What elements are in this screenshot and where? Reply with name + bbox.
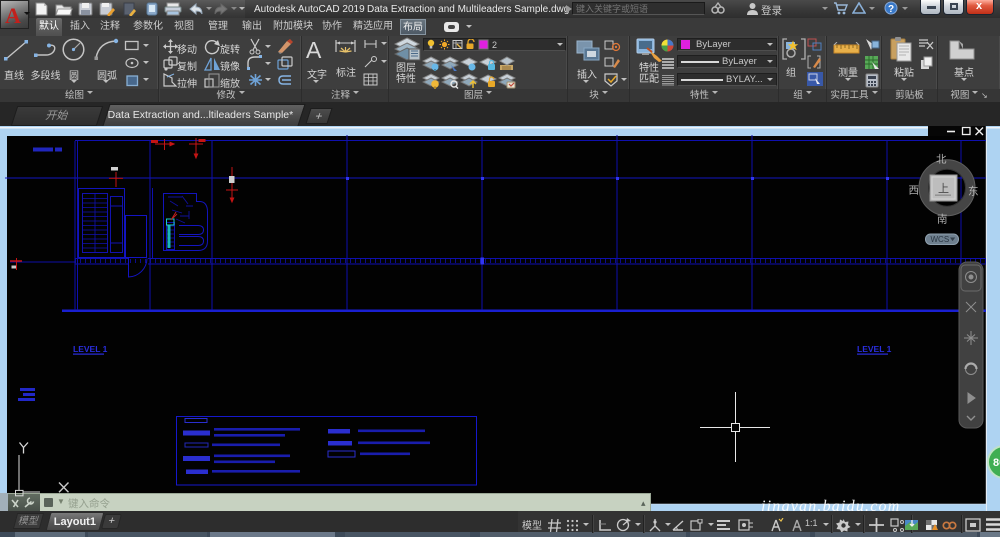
svg-text:上: 上 bbox=[938, 182, 949, 195]
svg-text:西: 西 bbox=[909, 185, 920, 197]
svg-text:LEVEL 1: LEVEL 1 bbox=[857, 344, 892, 354]
svg-text:WCS: WCS bbox=[931, 235, 950, 244]
svg-text:东: 东 bbox=[968, 185, 979, 198]
svg-text:2: 2 bbox=[492, 40, 497, 50]
svg-text:北: 北 bbox=[936, 154, 947, 166]
svg-text:?: ? bbox=[888, 4, 894, 15]
svg-text:LEVEL 1: LEVEL 1 bbox=[73, 344, 108, 354]
svg-text:A: A bbox=[5, 3, 21, 28]
svg-text:南: 南 bbox=[937, 213, 948, 226]
